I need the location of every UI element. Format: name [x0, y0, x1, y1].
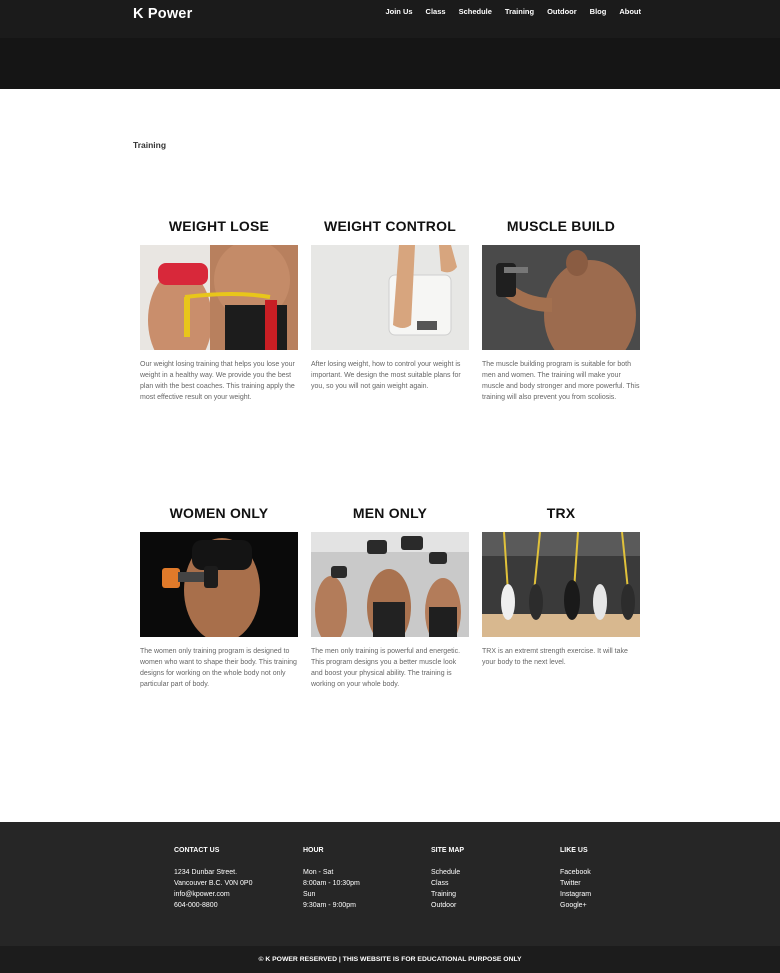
- copyright-text: © K POWER RESERVED | THIS WEBSITE IS FOR…: [258, 956, 522, 963]
- program-card-trx[interactable]: TRX TRX is an extremt strength exercise.…: [482, 505, 640, 668]
- nav-blog[interactable]: Blog: [590, 7, 607, 16]
- weight-control-photo: [311, 245, 469, 350]
- program-title: MEN ONLY: [352, 505, 428, 521]
- footer-hour-line: Sun: [303, 891, 316, 898]
- trx-photo: [482, 532, 640, 637]
- top-nav-bar: [0, 0, 780, 38]
- program-card-men-only[interactable]: MEN ONLY The men only training is powerf…: [311, 505, 469, 690]
- site-logo[interactable]: K Power: [133, 6, 192, 22]
- nav-outdoor[interactable]: Outdoor: [547, 7, 577, 16]
- program-title: MUSCLE BUILD: [506, 218, 616, 234]
- footer-link-instagram[interactable]: Instagram: [560, 889, 591, 900]
- main-nav: Join Us Class Schedule Training Outdoor …: [385, 7, 641, 16]
- footer-link-schedule[interactable]: Schedule: [431, 867, 464, 878]
- program-description: The women only training program is desig…: [140, 648, 297, 688]
- program-title: WEIGHT LOSE: [168, 218, 270, 234]
- nav-class[interactable]: Class: [426, 7, 446, 16]
- footer-hour-line: 8:00am - 10:30pm: [303, 880, 360, 887]
- nav-join-us[interactable]: Join Us: [385, 7, 412, 16]
- program-card-weight-control[interactable]: WEIGHT CONTROL After losing weight, how …: [311, 218, 469, 392]
- footer-heading: SITE MAP: [431, 847, 465, 854]
- footer-phone: 604-000-8800: [174, 902, 218, 909]
- footer-link-facebook[interactable]: Facebook: [560, 867, 591, 878]
- women-only-photo: [140, 532, 298, 637]
- footer-address-line2: Vancouver B.C. V0N 0P0: [174, 880, 253, 887]
- page-title: Training: [133, 140, 167, 150]
- program-card-muscle-build[interactable]: MUSCLE BUILD The muscle building program…: [482, 218, 640, 403]
- program-title: WEIGHT CONTROL: [324, 218, 456, 234]
- copyright-bar: © K POWER RESERVED | THIS WEBSITE IS FOR…: [0, 946, 780, 973]
- program-card-women-only[interactable]: WOMEN ONLY The women only training progr…: [140, 505, 298, 690]
- program-description: Our weight losing training that helps yo…: [140, 361, 295, 401]
- footer-sitemap: SITE MAP Schedule Class Training Outdoor: [431, 847, 464, 911]
- footer-link-twitter[interactable]: Twitter: [560, 878, 591, 889]
- footer-link-outdoor[interactable]: Outdoor: [431, 900, 464, 911]
- site-footer: CONTACT US 1234 Dunbar Street. Vancouver…: [0, 822, 780, 946]
- footer-hour: HOUR Mon - Sat 8:00am - 10:30pm Sun 9:30…: [303, 847, 360, 911]
- program-description: The men only training is powerful and en…: [311, 648, 461, 688]
- footer-address-line1: 1234 Dunbar Street.: [174, 869, 238, 876]
- footer-hour-line: 9:30am - 9:00pm: [303, 902, 356, 909]
- footer-hour-line: Mon - Sat: [303, 869, 334, 876]
- footer-heading: LIKE US: [560, 847, 588, 854]
- footer-heading: CONTACT US: [174, 847, 220, 854]
- program-description: TRX is an extremt strength exercise. It …: [482, 648, 628, 666]
- weight-lose-photo: [140, 245, 298, 350]
- program-description: After losing weight, how to control your…: [311, 361, 461, 390]
- nav-schedule[interactable]: Schedule: [459, 7, 492, 16]
- footer-email[interactable]: info@kpower.com: [174, 889, 252, 900]
- footer-link-training[interactable]: Training: [431, 889, 464, 900]
- program-description: The muscle building program is suitable …: [482, 361, 640, 401]
- program-title: TRX: [546, 505, 576, 521]
- program-card-weight-lose[interactable]: WEIGHT LOSE Our weight losing training t…: [140, 218, 298, 403]
- muscle-build-photo: [482, 245, 640, 350]
- nav-training[interactable]: Training: [505, 7, 534, 16]
- footer-link-class[interactable]: Class: [431, 878, 464, 889]
- nav-about[interactable]: About: [619, 7, 641, 16]
- footer-heading: HOUR: [303, 847, 324, 854]
- men-only-photo: [311, 532, 469, 637]
- footer-link-googleplus[interactable]: Google+: [560, 900, 591, 911]
- footer-contact: CONTACT US 1234 Dunbar Street. Vancouver…: [174, 847, 252, 911]
- program-title: WOMEN ONLY: [169, 505, 269, 521]
- site-header: K Power Join Us Class Schedule Training …: [0, 0, 780, 89]
- footer-like-us: LIKE US Facebook Twitter Instagram Googl…: [560, 847, 591, 911]
